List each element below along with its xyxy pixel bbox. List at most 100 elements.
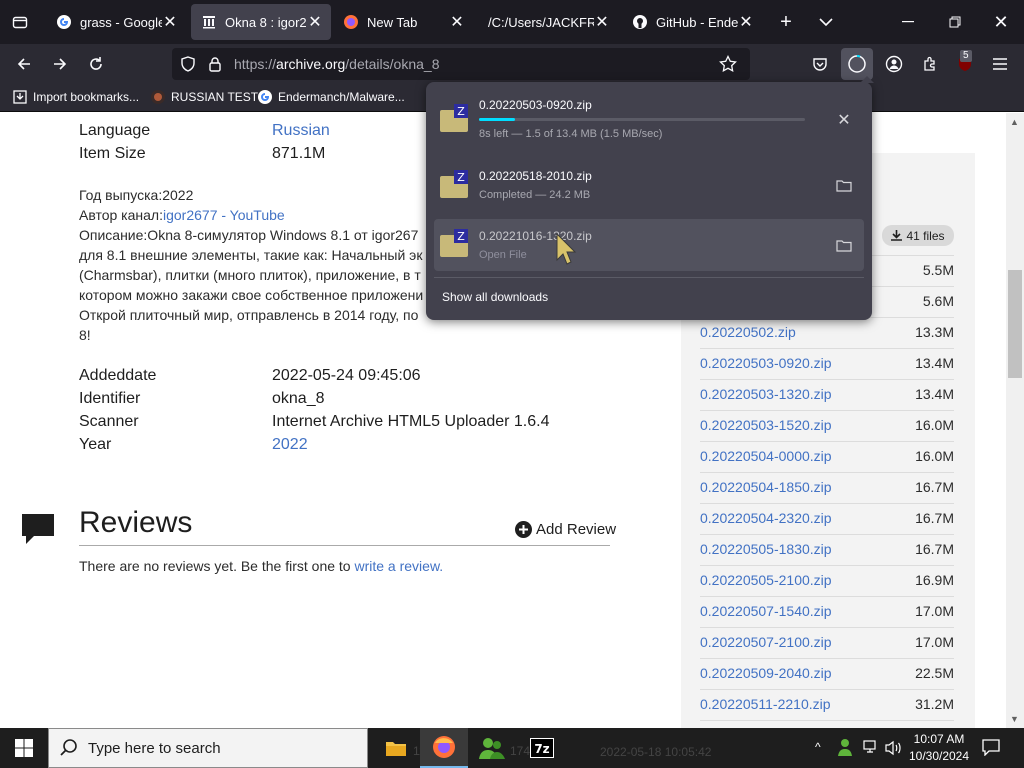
url-text[interactable]: https://archive.org/details/okna_8 [234, 56, 439, 72]
restore-icon[interactable] [943, 10, 967, 34]
close-icon[interactable]: ✕ [307, 12, 323, 32]
new-tab-icon[interactable]: + [774, 10, 798, 34]
download-item[interactable]: Z [434, 158, 864, 210]
folder-icon[interactable] [834, 175, 854, 195]
7zip-icon[interactable]: 7z [518, 728, 566, 768]
pocket-icon[interactable] [808, 52, 832, 76]
close-icon[interactable]: ✕ [162, 12, 178, 32]
file-size: 13.3M [915, 324, 954, 340]
svg-text:Z: Z [457, 171, 465, 184]
file-row[interactable]: 0.20220507-2100.zip 17.0M [700, 628, 954, 659]
import-icon [12, 89, 28, 105]
volume-icon[interactable] [885, 740, 903, 756]
tab-title: GitHub - Enderm [656, 14, 738, 30]
file-row[interactable]: 0.20220505-2100.zip 16.9M [700, 566, 954, 597]
cancel-download-icon[interactable]: ✕ [834, 110, 854, 130]
file-row[interactable]: 0.20220505-1830.zip 16.7M [700, 535, 954, 566]
files-count: 41 files [906, 228, 945, 243]
file-size: 17.0M [915, 634, 954, 650]
file-row[interactable]: 0.20220503-0920.zip 13.4M [700, 349, 954, 380]
tab-overview-icon[interactable] [8, 10, 32, 34]
page-scrollbar[interactable] [1006, 113, 1024, 728]
close-icon[interactable]: ✕ [594, 12, 610, 32]
file-name[interactable]: 0.20220504-1850.zip [700, 479, 832, 495]
reload-icon[interactable] [84, 52, 108, 76]
forward-icon[interactable] [48, 52, 72, 76]
shield-icon[interactable] [178, 54, 198, 74]
file-name[interactable]: 0.20220503-1320.zip [700, 386, 832, 402]
file-size: 5.6M [922, 293, 954, 309]
tab-github[interactable]: GitHub - Enderm ✕ [622, 4, 762, 40]
file-row[interactable]: 0.20220502.zip 13.3M [700, 318, 954, 349]
download-item-hovered[interactable]: Z [434, 219, 864, 271]
show-all-downloads-button[interactable]: Show all downloads [442, 290, 548, 304]
write-review-link[interactable]: write a review. [354, 558, 443, 574]
tab-local-file[interactable]: /C:/Users/JACKFR~1 ✕ [478, 4, 618, 40]
file-name[interactable]: 0.20220503-0920.zip [700, 355, 832, 371]
show-hidden-icons-icon[interactable]: ^ [815, 740, 821, 754]
file-name[interactable]: 0.20220505-2100.zip [700, 572, 832, 588]
file-name[interactable]: 0.20220507-1540.zip [700, 603, 832, 619]
taskbar-clock[interactable]: 10:07 AM 10/30/2024 [905, 731, 973, 765]
identifier-value: okna_8 [272, 390, 325, 407]
file-row[interactable]: 0.20220503-1320.zip 13.4M [700, 380, 954, 411]
lock-icon[interactable] [205, 54, 225, 74]
file-name[interactable]: 0.20220507-2100.zip [700, 634, 832, 650]
back-icon[interactable] [12, 52, 36, 76]
file-name[interactable]: 0.20220511-2210.zip [700, 696, 831, 712]
file-size: 16.7M [915, 541, 954, 557]
file-name[interactable]: 0.20220504-2320.zip [700, 510, 832, 526]
tab-new-tab[interactable]: New Tab ✕ [333, 4, 473, 40]
file-row[interactable]: 0.20220504-2320.zip 16.7M [700, 504, 954, 535]
file-size: 5.5M [922, 262, 954, 278]
window-close-icon[interactable]: ✕ [989, 10, 1013, 34]
file-row[interactable]: 0.20220511-2210.zip 31.2M [700, 690, 954, 721]
file-row[interactable]: 0.20220503-1520.zip 16.0M [700, 411, 954, 442]
description-line: Описание:Okna 8-симулятор Windows 8.1 от… [79, 227, 419, 243]
taskbar-firefox[interactable] [420, 728, 468, 768]
minimize-icon[interactable] [896, 10, 920, 34]
bookmark-russian-test[interactable]: RUSSIAN TEST [150, 89, 258, 105]
author-youtube-link[interactable]: igor2677 - YouTube [163, 207, 285, 223]
file-name[interactable]: 0.20220503-1520.zip [700, 417, 832, 433]
file-row[interactable]: 0.20220504-0000.zip 16.0M [700, 442, 954, 473]
bookmark-import[interactable]: Import bookmarks... [12, 89, 139, 105]
file-name[interactable]: 0.20220502.zip [700, 324, 796, 340]
users-app-icon[interactable] [468, 728, 516, 768]
download-status: Completed — 24.2 MB [479, 189, 591, 201]
account-icon[interactable] [882, 52, 906, 76]
tab-google[interactable]: grass - Google S ✕ [46, 4, 186, 40]
folder-icon[interactable] [834, 235, 854, 255]
file-explorer-icon[interactable] [372, 728, 420, 768]
file-size: 16.9M [915, 572, 954, 588]
show-all-files-button[interactable]: 41 files [882, 225, 954, 246]
file-row[interactable]: 0.20220504-1850.zip 16.7M [700, 473, 954, 504]
add-review-button[interactable]: Add Review [515, 521, 616, 538]
year-value[interactable]: 2022 [272, 436, 308, 454]
scroll-up-arrow-icon[interactable]: ▲ [1010, 117, 1019, 127]
list-all-tabs-icon[interactable] [814, 10, 838, 34]
menu-hamburger-icon[interactable] [988, 52, 1012, 76]
extensions-puzzle-icon[interactable] [918, 52, 942, 76]
archive-icon [201, 14, 217, 30]
file-name[interactable]: 0.20220505-1830.zip [700, 541, 832, 557]
bookmark-star-icon[interactable] [716, 52, 740, 76]
network-icon[interactable] [863, 740, 881, 756]
close-icon[interactable]: ✕ [738, 12, 754, 32]
file-name[interactable]: 0.20220509-2040.zip [700, 665, 832, 681]
language-value[interactable]: Russian [272, 122, 330, 140]
bookmark-endermanch[interactable]: Endermanch/Malware... [257, 89, 405, 105]
file-row[interactable]: 0.20220509-2040.zip 22.5M [700, 659, 954, 690]
tab-okna8[interactable]: Okna 8 : igor267 ✕ [191, 4, 331, 40]
search-icon [60, 739, 78, 757]
notification-center-icon[interactable] [982, 738, 1000, 756]
scrollbar-thumb[interactable] [1008, 270, 1022, 378]
plus-circle-icon [515, 521, 532, 538]
windows-start-icon[interactable] [0, 728, 48, 768]
scroll-down-arrow-icon[interactable]: ▼ [1010, 714, 1019, 724]
bookmark-label: Import bookmarks... [33, 90, 140, 104]
close-icon[interactable]: ✕ [449, 12, 465, 32]
file-row[interactable]: 0.20220507-1540.zip 17.0M [700, 597, 954, 628]
file-name[interactable]: 0.20220504-0000.zip [700, 448, 832, 464]
tray-users-icon[interactable] [838, 738, 856, 756]
